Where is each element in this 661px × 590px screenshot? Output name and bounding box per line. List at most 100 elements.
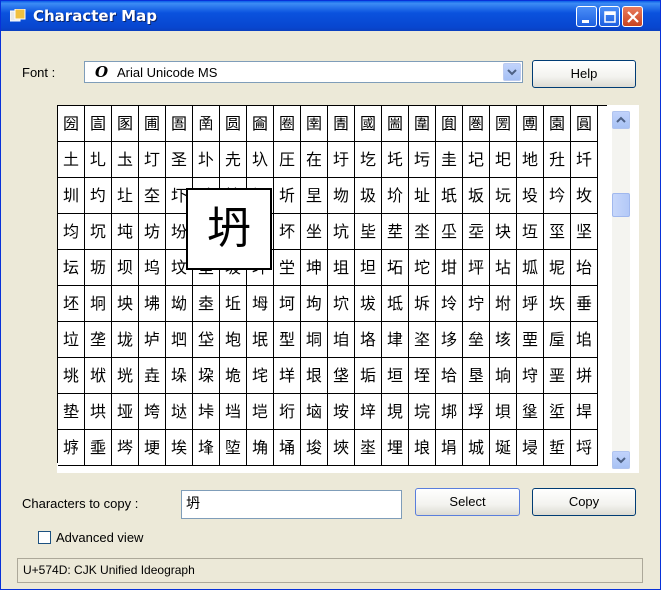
character-cell[interactable]: 圆 bbox=[220, 106, 247, 142]
character-cell[interactable]: 坤 bbox=[301, 250, 328, 286]
characters-to-copy-input[interactable]: 坍 bbox=[181, 490, 402, 519]
character-cell[interactable]: 垂 bbox=[571, 286, 598, 322]
character-cell[interactable]: 圱 bbox=[544, 142, 571, 178]
character-cell[interactable]: 坁 bbox=[436, 178, 463, 214]
character-cell[interactable]: 圉 bbox=[301, 106, 328, 142]
character-cell[interactable]: 垖 bbox=[571, 322, 598, 358]
character-cell[interactable]: 土 bbox=[58, 142, 85, 178]
character-cell[interactable]: 坷 bbox=[274, 286, 301, 322]
character-cell[interactable]: 坕 bbox=[436, 214, 463, 250]
character-cell[interactable]: 垛 bbox=[166, 358, 193, 394]
character-cell[interactable]: 垯 bbox=[166, 394, 193, 430]
copy-button[interactable]: Copy bbox=[532, 488, 636, 516]
character-cell[interactable]: 城 bbox=[463, 430, 490, 466]
character-cell[interactable]: 埅 bbox=[220, 430, 247, 466]
character-cell[interactable]: 垍 bbox=[328, 322, 355, 358]
character-cell[interactable]: 垌 bbox=[301, 322, 328, 358]
character-cell[interactable]: 埇 bbox=[274, 430, 301, 466]
character-cell[interactable]: 坮 bbox=[571, 250, 598, 286]
character-cell[interactable]: 圁 bbox=[85, 106, 112, 142]
character-cell[interactable]: 垻 bbox=[490, 394, 517, 430]
character-cell[interactable]: 園 bbox=[544, 106, 571, 142]
character-cell[interactable]: 圅 bbox=[193, 106, 220, 142]
character-cell[interactable]: 垭 bbox=[112, 394, 139, 430]
character-cell[interactable]: 垸 bbox=[409, 394, 436, 430]
character-cell[interactable]: 埆 bbox=[247, 430, 274, 466]
character-cell[interactable]: 垄 bbox=[85, 322, 112, 358]
character-cell[interactable]: 垙 bbox=[112, 358, 139, 394]
character-cell[interactable]: 垫 bbox=[58, 394, 85, 430]
character-cell[interactable]: 圳 bbox=[58, 178, 85, 214]
character-cell[interactable]: 埏 bbox=[490, 430, 517, 466]
character-cell[interactable]: 坶 bbox=[247, 286, 274, 322]
character-cell[interactable]: 坐 bbox=[301, 214, 328, 250]
character-cell[interactable]: 坥 bbox=[328, 250, 355, 286]
character-cell[interactable]: 坂 bbox=[463, 178, 490, 214]
character-cell[interactable]: 埁 bbox=[112, 430, 139, 466]
character-cell[interactable]: 垜 bbox=[193, 358, 220, 394]
character-cell[interactable]: 坼 bbox=[409, 286, 436, 322]
character-cell[interactable]: 圦 bbox=[247, 142, 274, 178]
character-cell[interactable]: 垅 bbox=[112, 322, 139, 358]
character-cell[interactable]: 坧 bbox=[382, 250, 409, 286]
character-cell[interactable]: 埐 bbox=[517, 430, 544, 466]
character-cell[interactable]: 垟 bbox=[274, 358, 301, 394]
character-cell[interactable]: 坲 bbox=[139, 286, 166, 322]
title-bar[interactable]: Character Map bbox=[1, 1, 660, 31]
character-cell[interactable]: 坹 bbox=[328, 286, 355, 322]
character-cell[interactable]: 坯 bbox=[58, 286, 85, 322]
character-cell[interactable]: 坪 bbox=[463, 250, 490, 286]
character-cell[interactable]: 坚 bbox=[571, 214, 598, 250]
character-cell[interactable]: 块 bbox=[490, 214, 517, 250]
character-cell[interactable]: 圪 bbox=[355, 142, 382, 178]
character-cell[interactable]: 坑 bbox=[328, 214, 355, 250]
character-cell[interactable]: 垦 bbox=[463, 358, 490, 394]
character-cell[interactable]: 坄 bbox=[517, 178, 544, 214]
character-cell[interactable]: 垞 bbox=[247, 358, 274, 394]
character-cell[interactable]: 埃 bbox=[166, 430, 193, 466]
character-cell[interactable]: 址 bbox=[409, 178, 436, 214]
character-cell[interactable]: 坉 bbox=[112, 214, 139, 250]
character-cell[interactable]: 坅 bbox=[544, 178, 571, 214]
character-cell[interactable]: 埑 bbox=[544, 430, 571, 466]
character-cell[interactable]: 垁 bbox=[544, 286, 571, 322]
character-cell[interactable]: 垾 bbox=[571, 394, 598, 430]
character-cell[interactable]: 垬 bbox=[85, 394, 112, 430]
character-cell[interactable]: 埂 bbox=[139, 430, 166, 466]
character-cell[interactable]: 坃 bbox=[490, 178, 517, 214]
character-cell[interactable]: 在 bbox=[301, 142, 328, 178]
character-cell[interactable]: 圏 bbox=[463, 106, 490, 142]
character-cell[interactable]: 垼 bbox=[517, 394, 544, 430]
character-cell[interactable]: 坈 bbox=[85, 214, 112, 250]
character-cell[interactable]: 圀 bbox=[58, 106, 85, 142]
character-cell[interactable]: 垤 bbox=[409, 358, 436, 394]
character-cell[interactable]: 地 bbox=[517, 142, 544, 178]
character-cell[interactable]: 垧 bbox=[490, 358, 517, 394]
character-cell[interactable]: 垘 bbox=[85, 358, 112, 394]
help-button[interactable]: Help bbox=[532, 60, 636, 88]
character-cell[interactable]: 圣 bbox=[166, 142, 193, 178]
character-cell[interactable]: 垿 bbox=[58, 430, 85, 466]
character-cell[interactable]: 圥 bbox=[220, 142, 247, 178]
close-button[interactable] bbox=[622, 6, 643, 27]
character-cell[interactable]: 坨 bbox=[409, 250, 436, 286]
character-cell[interactable]: 垥 bbox=[436, 358, 463, 394]
character-cell[interactable]: 垪 bbox=[571, 358, 598, 394]
character-cell[interactable]: 埒 bbox=[571, 430, 598, 466]
character-cell[interactable]: 圻 bbox=[274, 178, 301, 214]
character-cell[interactable]: 圡 bbox=[112, 142, 139, 178]
character-cell[interactable]: 垴 bbox=[301, 394, 328, 430]
character-cell[interactable]: 坞 bbox=[139, 250, 166, 286]
character-cell[interactable]: 坖 bbox=[463, 214, 490, 250]
character-cell[interactable]: 圾 bbox=[355, 178, 382, 214]
character-cell[interactable]: 坭 bbox=[544, 250, 571, 286]
character-cell[interactable]: 圬 bbox=[409, 142, 436, 178]
character-cell[interactable]: 坊 bbox=[139, 214, 166, 250]
character-cell[interactable]: 圿 bbox=[382, 178, 409, 214]
character-cell[interactable]: 坩 bbox=[436, 250, 463, 286]
character-cell[interactable]: 圵 bbox=[112, 178, 139, 214]
character-cell[interactable]: 垃 bbox=[58, 322, 85, 358]
character-cell[interactable]: 圊 bbox=[328, 106, 355, 142]
character-cell[interactable]: 圓 bbox=[571, 106, 598, 142]
character-cell[interactable]: 圎 bbox=[436, 106, 463, 142]
